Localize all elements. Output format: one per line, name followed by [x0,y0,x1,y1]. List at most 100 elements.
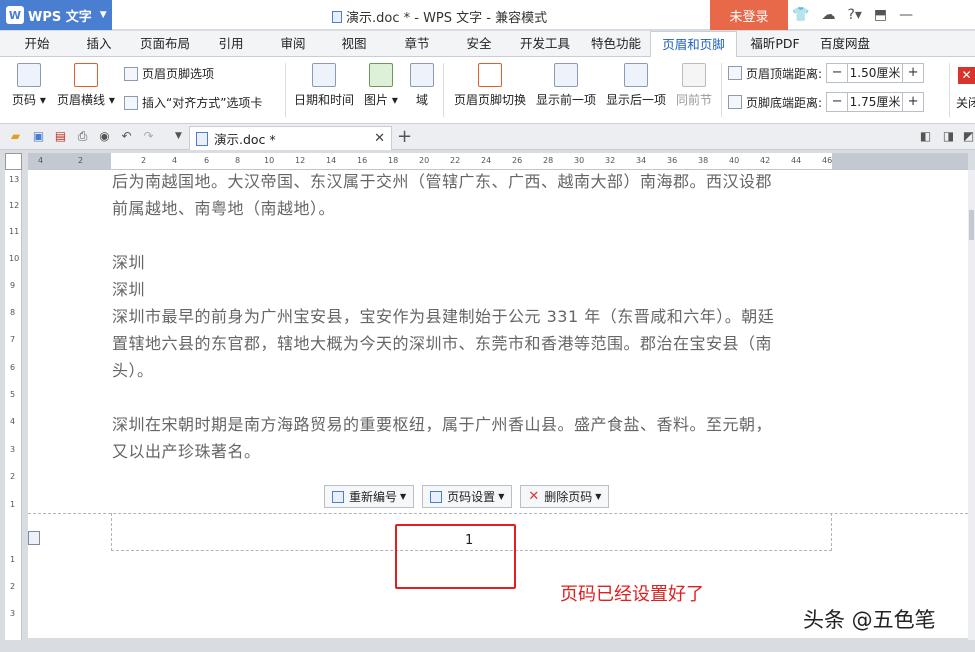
ruler-tick: 4 [38,156,44,165]
tab-foxit-pdf[interactable]: 福昕PDF [744,31,806,57]
field-button[interactable]: 域 [410,63,434,108]
chat-icon[interactable]: ☁ [821,7,835,23]
arrow-left-icon [554,63,578,87]
decrease-icon[interactable]: − [827,93,847,111]
tab-start[interactable]: 开始 [12,31,62,57]
close-icon[interactable]: ✕ [958,67,975,84]
ruler-tick: 16 [357,156,368,165]
show-previous-button[interactable]: 显示前一项 [536,63,596,108]
window-restore-icon[interactable]: ⬒ [874,7,887,23]
tab-section[interactable]: 章节 [392,31,442,57]
show-previous-label: 显示前一项 [536,93,597,107]
header-footer-switch-button[interactable]: 页眉页脚切换 [454,63,526,108]
tab-baidu-netdisk[interactable]: 百度网盘 [814,31,876,57]
tab-review[interactable]: 审阅 [268,31,318,57]
watermark: 头条 @五色笔 [803,608,936,632]
picture-button[interactable]: 图片 ▾ [364,63,398,108]
header-top-icon [728,66,742,80]
footer-bottom-spinner[interactable]: − 1.75厘米 + [826,92,925,112]
page-number-button[interactable]: 页码 ▾ [12,63,46,108]
document-icon[interactable]: ◧ [918,129,933,144]
ruler-tick: 7 [10,335,16,344]
export-pdf-icon[interactable]: ▤ [53,129,68,144]
ruler-tick: 38 [698,156,709,165]
footer-bottom-distance: 页脚底端距离: − 1.75厘米 + [728,92,925,112]
vertical-scrollbar[interactable] [968,170,975,640]
increase-icon[interactable]: + [903,64,923,82]
ruler-tick: 9 [10,281,16,290]
increase-icon[interactable]: + [903,93,923,111]
print-preview-icon[interactable]: ◉ [97,129,112,144]
print-icon[interactable]: ⎙ [75,129,90,144]
insert-align-tab-button[interactable]: 插入“对齐方式”选项卡 [124,94,262,111]
decrease-icon[interactable]: − [827,64,847,82]
page-number-label: 页码 ▾ [12,93,46,107]
tab-view[interactable]: 视图 [329,31,379,57]
new-tab-icon[interactable]: + [397,126,412,147]
tab-references[interactable]: 引用 [206,31,256,57]
delete-page-number-button[interactable]: ✕ 删除页码 ▼ [520,485,610,508]
ruler-tick: 4 [172,156,178,165]
ruler-tick: 6 [10,363,16,372]
show-next-button[interactable]: 显示后一项 [606,63,666,108]
undo-icon[interactable]: ↶ [119,129,134,144]
ruler-tick: 10 [9,254,20,263]
renumber-button[interactable]: 重新编号 ▼ [324,485,415,508]
separator [721,63,722,117]
tab-page-layout[interactable]: 页面布局 [134,31,196,57]
footer-bottom-value[interactable]: 1.75厘米 [847,93,904,111]
page-number-settings-button[interactable]: 页码设置 ▼ [422,485,513,508]
chevron-down-icon[interactable]: ▼ [171,129,186,144]
body-text-line: 又以出产珍珠著名。 [112,442,261,461]
header-footer-options-label: 页眉页脚选项 [142,67,215,81]
close-header-footer-button[interactable]: 关闭 [956,94,975,111]
ruler-tick: 2 [10,472,16,481]
document-page[interactable]: 后为南越国地。大汉帝国、东汉属于交州（管辖广东、广西、越南大部）南海郡。西汉设郡… [28,170,968,638]
minimize-icon[interactable]: — [899,7,913,23]
arrow-right-icon [624,63,648,87]
horizontal-ruler: 4 2 2 4 6 8 10 12 14 16 18 20 22 24 26 2… [28,153,968,170]
open-folder-icon[interactable]: ▰ [8,129,23,144]
footer-page-icon[interactable] [28,531,40,545]
help-icon[interactable]: ?▾ [847,7,861,23]
date-time-button[interactable]: 日期和时间 [294,63,354,108]
header-line-button[interactable]: 页眉横线 ▾ [57,63,115,108]
close-tab-icon[interactable]: ✕ [374,131,385,146]
title-icons: 👕 ☁ ?▾ ⬒ — [792,0,913,30]
ruler-tick: 20 [419,156,430,165]
login-button[interactable]: 未登录 [710,0,788,30]
scroll-thumb[interactable] [969,210,974,240]
wps-app-menu[interactable]: W WPS 文字 ▼ [0,0,112,30]
menu-bar: 开始 插入 页面布局 引用 审阅 视图 章节 安全 开发工具 特色功能 页眉和页… [0,31,975,58]
annotation-text: 页码已经设置好了 [560,584,704,605]
ruler-tick: 14 [326,156,337,165]
document-icon [332,10,342,23]
header-footer-options-button[interactable]: 页眉页脚选项 [124,65,214,82]
ruler-tick: 42 [760,156,771,165]
document-tab[interactable]: 演示.doc * ✕ [189,126,392,150]
chevron-down-icon: ▼ [498,492,505,501]
ruler-tick: 6 [204,156,210,165]
tab-security[interactable]: 安全 [454,31,504,57]
tab-developer[interactable]: 开发工具 [514,31,576,57]
ruler-tick: 36 [667,156,678,165]
header-top-spinner[interactable]: − 1.50厘米 + [826,63,925,83]
gear-icon[interactable]: ◨ [941,129,956,144]
save-icon[interactable]: ▣ [31,129,46,144]
field-label: 域 [415,93,428,107]
align-tab-icon [124,95,138,110]
skin-icon[interactable]: 👕 [792,7,809,23]
ruler-tick: 2 [141,156,147,165]
same-as-previous-button[interactable]: 同前节 [676,63,712,108]
tab-header-footer[interactable]: 页眉和页脚 [650,31,737,58]
header-top-value[interactable]: 1.50厘米 [847,64,904,82]
ruler-tick: 2 [78,156,84,165]
redo-icon[interactable]: ↷ [141,129,156,144]
renumber-icon [332,490,344,503]
more-icon[interactable]: ◩ [961,129,975,144]
insert-align-tab-label: 插入“对齐方式”选项卡 [142,96,263,110]
tab-insert[interactable]: 插入 [72,31,126,57]
tab-features[interactable]: 特色功能 [585,31,647,57]
picture-label: 图片 ▾ [364,93,398,107]
ruler-tick: 1 [10,500,16,509]
